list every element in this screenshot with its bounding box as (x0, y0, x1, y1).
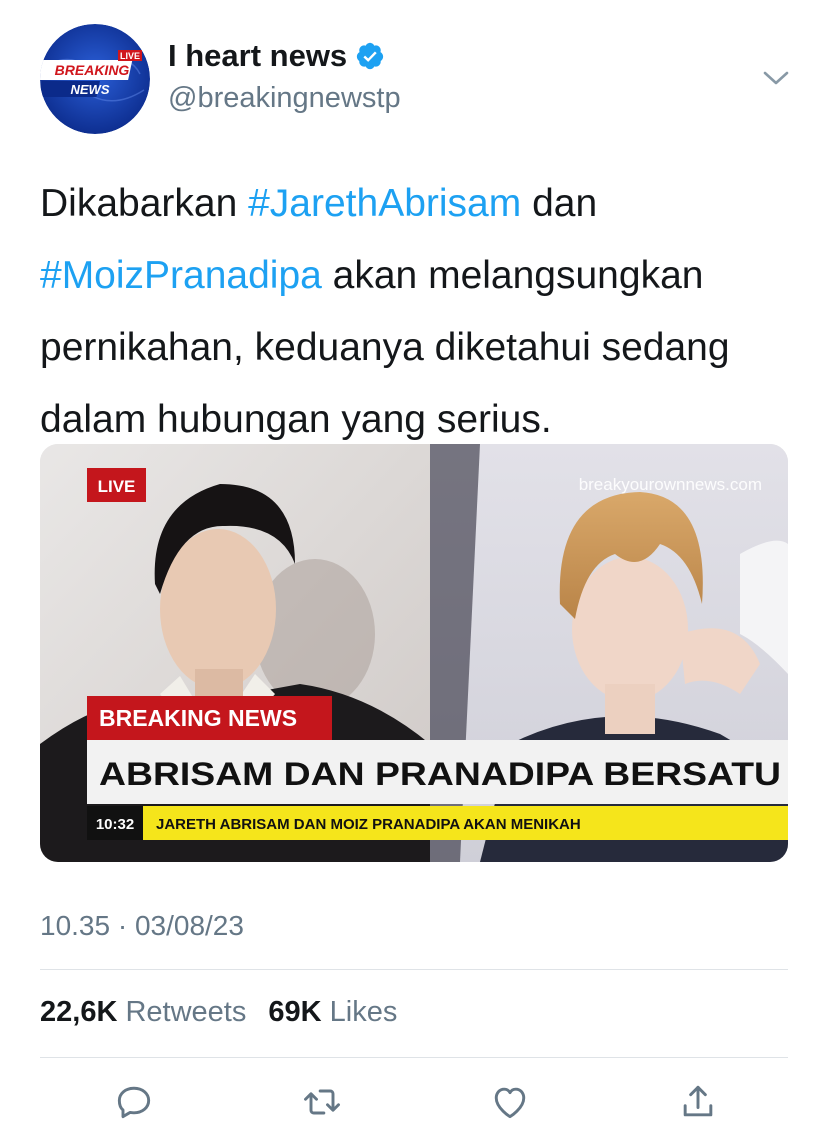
share-icon[interactable] (676, 1080, 720, 1124)
retweets-count[interactable]: 22,6K (40, 996, 117, 1028)
tweet-media-image[interactable]: LIVE breakyourownnews.com BREAKING NEWS … (40, 444, 788, 862)
headline-text: ABRISAM DAN PRANADIPA BERSATU (99, 756, 781, 792)
display-name[interactable]: I heart news (168, 38, 385, 74)
engagement-stats: 22,6K Retweets 69K Likes (40, 996, 397, 1029)
tweet-text-part: Dikabarkan (40, 182, 249, 225)
breaking-news-label-text: BREAKING NEWS (99, 705, 297, 731)
hashtag-link[interactable]: #MoizPranadipa (40, 254, 322, 297)
user-handle[interactable]: @breakingnewstp (168, 82, 401, 115)
likes-stat[interactable]: 69K Likes (268, 996, 397, 1028)
verified-badge-icon (355, 41, 385, 71)
avatar-text-1: BREAKING (55, 62, 130, 78)
retweets-stat[interactable]: 22,6K Retweets (40, 996, 246, 1028)
avatar[interactable]: BREAKING LIVE NEWS (40, 24, 150, 134)
retweets-label[interactable]: Retweets (125, 996, 246, 1028)
reply-icon[interactable] (112, 1080, 156, 1124)
tweet-timestamp[interactable]: 10.35 · 03/08/23 (40, 910, 244, 942)
display-name-text[interactable]: I heart news (168, 38, 347, 74)
likes-count[interactable]: 69K (268, 996, 321, 1028)
likes-label[interactable]: Likes (330, 996, 398, 1028)
avatar-badge: LIVE (120, 51, 140, 61)
tweet-text-part: dan (521, 182, 598, 225)
chevron-down-icon[interactable] (760, 64, 792, 92)
ticker-text: JARETH ABRISAM DAN MOIZ PRANADIPA AKAN M… (156, 816, 581, 833)
retweet-icon[interactable] (300, 1080, 344, 1124)
avatar-text-2: NEWS (71, 82, 110, 97)
like-icon[interactable] (488, 1080, 532, 1124)
tweet-text: Dikabarkan #JarethAbrisam dan #MoizPrana… (40, 168, 800, 456)
live-badge-text: LIVE (98, 477, 136, 496)
watermark-text: breakyourownnews.com (579, 475, 762, 494)
divider (40, 1057, 788, 1058)
hashtag-link[interactable]: #JarethAbrisam (248, 182, 521, 225)
ticker-time: 10:32 (96, 816, 134, 833)
divider (40, 969, 788, 970)
